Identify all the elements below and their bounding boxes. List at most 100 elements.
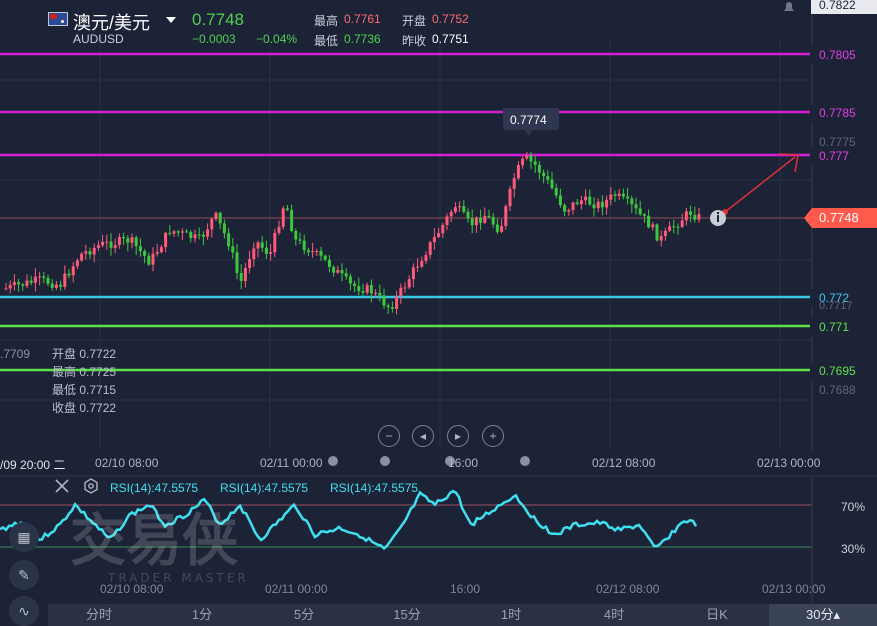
candle-body xyxy=(411,267,415,280)
price-label-0-7785: 0.7785 xyxy=(811,104,877,122)
time-label-top-2: 02/11 00:00 xyxy=(260,456,323,470)
candle-body xyxy=(168,232,172,234)
candle-body xyxy=(525,155,529,159)
candle-body xyxy=(512,178,516,189)
candle-body xyxy=(621,193,625,197)
price-axis-top-label: 0.7822 xyxy=(811,0,877,14)
candle-body xyxy=(113,244,117,248)
rsi-level-high: 70% xyxy=(841,500,866,514)
candle-body xyxy=(651,224,655,228)
price-label-0-771: 0.771 xyxy=(811,318,877,336)
scroll-right-button[interactable]: ▸ xyxy=(447,425,469,447)
tab-5min[interactable]: 5分 xyxy=(269,604,339,626)
candle-body xyxy=(281,208,285,227)
price-label-0-7805: 0.7805 xyxy=(811,46,877,64)
bell-icon[interactable] xyxy=(780,0,798,14)
candle-body xyxy=(353,283,357,287)
tab-4hour[interactable]: 4时 xyxy=(579,604,649,626)
candle-body xyxy=(80,253,84,261)
ohlc-close: 收盘 0.7722 xyxy=(52,401,117,415)
candle-body xyxy=(38,276,42,278)
candle-body xyxy=(311,251,315,253)
candle-body xyxy=(407,279,411,288)
candle-body xyxy=(365,285,369,293)
candle-body xyxy=(180,231,184,233)
candle-body xyxy=(693,214,697,220)
tab-30min-selected[interactable]: 30分▴ xyxy=(769,604,877,626)
zoom-out-button[interactable]: − xyxy=(378,425,400,447)
candle-body xyxy=(479,217,483,223)
tab-daily[interactable]: 日K xyxy=(682,604,752,626)
drawing-tool-icon[interactable]: ▦ xyxy=(9,522,39,552)
candle-body xyxy=(697,214,701,220)
price-label-0-777: 0.777 xyxy=(811,147,877,165)
candle-body xyxy=(222,223,226,234)
symbol-dropdown-icon[interactable] xyxy=(166,17,176,23)
tab-1hour[interactable]: 1时 xyxy=(476,604,546,626)
candle-body xyxy=(600,201,604,208)
time-label-crosshair: /09 20:00 二 xyxy=(0,458,66,472)
settings-icon[interactable] xyxy=(83,478,99,494)
candle-body xyxy=(357,286,361,292)
candle-body xyxy=(71,266,75,276)
candle-body xyxy=(575,202,579,205)
candle-body xyxy=(668,226,672,231)
info-marker-icon[interactable] xyxy=(710,210,726,226)
low-value: 0.7736 xyxy=(344,32,381,46)
candle-body xyxy=(399,287,403,297)
candle-body xyxy=(630,198,634,205)
candle-body xyxy=(361,291,365,293)
peak-tooltip-value: 0.7774 xyxy=(510,113,547,127)
candle-body xyxy=(269,252,273,254)
candle-body xyxy=(54,284,58,288)
candle-body xyxy=(185,231,189,233)
time-label-bottom-2: 02/11 00:00 xyxy=(265,582,328,596)
zoom-in-button[interactable]: + xyxy=(482,425,504,447)
candle-body xyxy=(571,202,575,211)
candle-body xyxy=(680,220,684,227)
candle-body xyxy=(105,241,109,243)
candle-body xyxy=(403,287,407,289)
price-label-faint-0-7717: 0.7717 xyxy=(819,300,853,312)
candle-body xyxy=(75,260,79,267)
prev-close-value: 0.7751 xyxy=(432,32,469,46)
candle-body xyxy=(218,212,222,224)
candle-body xyxy=(96,245,100,248)
candle-body xyxy=(50,283,54,288)
candle-body xyxy=(273,232,277,253)
tab-1min[interactable]: 1分 xyxy=(167,604,237,626)
candle-body xyxy=(626,196,630,199)
candle-body xyxy=(537,164,541,173)
candle-body xyxy=(63,273,67,287)
candle-body xyxy=(214,212,218,219)
chart-canvas[interactable]: 交易侠 TRADER MASTER xyxy=(0,0,877,626)
left-edge-price-label: .7709 xyxy=(0,347,31,361)
candle-body xyxy=(374,292,378,294)
candle-body xyxy=(264,247,268,254)
candle-body xyxy=(638,208,642,215)
tab-timeshare[interactable]: 分时 xyxy=(64,604,134,626)
scroll-left-button[interactable]: ◂ xyxy=(412,425,434,447)
candle-body xyxy=(88,251,92,255)
candle-body xyxy=(302,240,306,251)
candle-body xyxy=(164,232,168,248)
rsi-value-label-1: RSI(14):47.5575 xyxy=(110,481,199,495)
close-icon[interactable] xyxy=(54,478,70,494)
tab-15min[interactable]: 15分 xyxy=(372,604,442,626)
candle-body xyxy=(386,305,390,308)
candle-body xyxy=(416,266,420,268)
candle-body xyxy=(495,224,499,232)
candle-body xyxy=(59,284,63,287)
candle-body xyxy=(390,307,394,309)
price-change: −0.0003 xyxy=(192,32,236,46)
candle-body xyxy=(172,231,176,234)
indicator-tool-icon[interactable]: ∿ xyxy=(9,596,39,626)
time-label-top-3: 16:00 xyxy=(448,456,479,470)
time-label-bottom-4: 02/12 08:00 xyxy=(596,582,660,596)
candle-body xyxy=(332,266,336,273)
watermark-logo: 交易侠 TRADER MASTER xyxy=(70,509,246,585)
candle-body xyxy=(491,217,495,225)
rsi-value-label-2: RSI(14):47.5575 xyxy=(220,481,309,495)
open-value: 0.7752 xyxy=(432,12,469,26)
pen-tool-icon[interactable]: ✎ xyxy=(9,560,39,590)
